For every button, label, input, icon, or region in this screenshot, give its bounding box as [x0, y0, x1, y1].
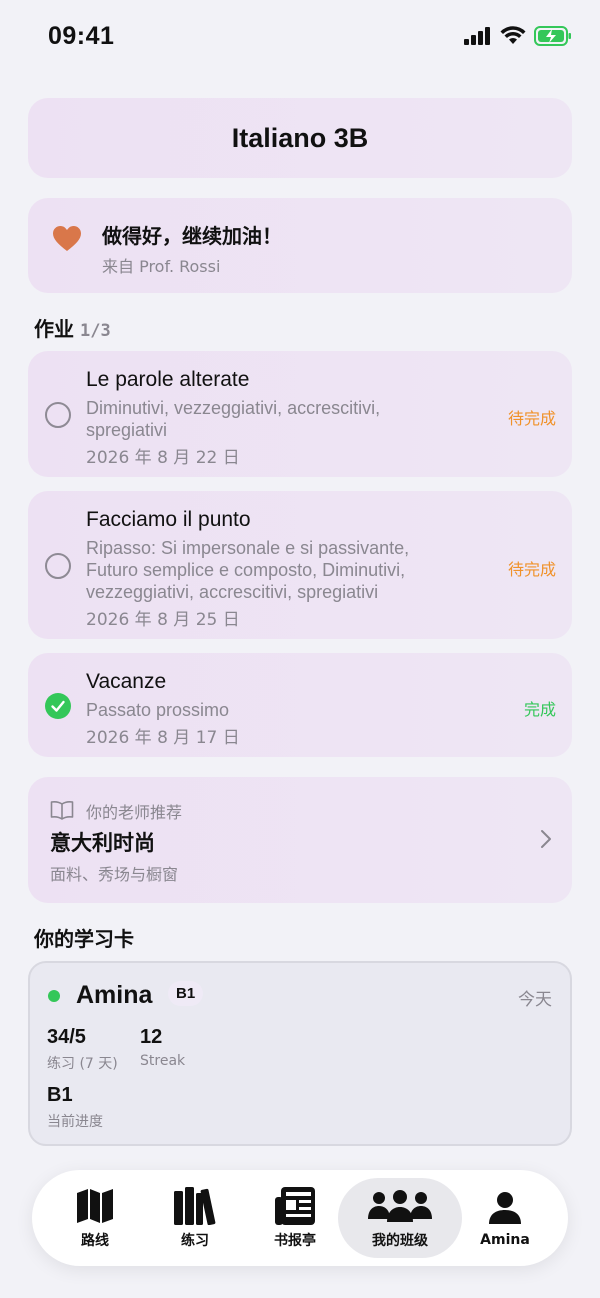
recommendation-subtitle: 面料、秀场与橱窗	[50, 865, 179, 884]
stat-practice-value: 34/5	[47, 1026, 86, 1048]
incomplete-circle-icon[interactable]	[45, 402, 71, 428]
homework-item[interactable]: Vacanze Passato prossimo 2026 年 8 月 17 日…	[28, 653, 572, 757]
person-icon	[489, 1192, 521, 1224]
recommendation-title: 意大利时尚	[50, 831, 155, 855]
class-header: Italiano 3B	[28, 98, 572, 178]
chevron-right-icon	[541, 830, 551, 848]
tab-label: 书报亭	[274, 1233, 316, 1249]
homework-title: Le parole alterate	[86, 368, 250, 391]
online-status-dot	[48, 990, 60, 1002]
tab-practice[interactable]: 练习	[140, 1178, 250, 1258]
newspaper-icon	[275, 1187, 315, 1225]
homework-title: 作业	[34, 317, 74, 341]
tab-label: 路线	[81, 1233, 109, 1249]
study-card-section-title: 你的学习卡	[34, 927, 134, 951]
tab-profile[interactable]: Amina	[450, 1178, 560, 1258]
student-study-card[interactable]: Amina B1 今天 34/5 练习 (7 天) 12 Streak B1 当…	[28, 961, 572, 1146]
tab-label: 练习	[181, 1233, 209, 1249]
homework-title: Facciamo il punto	[86, 508, 251, 531]
homework-description: Diminutivi, vezzeggiativi, accrescitivi,…	[86, 398, 381, 440]
incomplete-circle-icon[interactable]	[45, 553, 71, 579]
homework-title: Vacanze	[86, 670, 167, 693]
level-badge: B1	[168, 981, 204, 1006]
book-open-icon	[50, 801, 74, 820]
map-icon	[77, 1189, 113, 1223]
wifi-icon	[500, 26, 526, 44]
homework-date: 2026 年 8 月 22 日	[86, 448, 240, 468]
stat-progress-value: B1	[47, 1084, 73, 1106]
recommendation-label: 你的老师推荐	[86, 803, 183, 822]
study-date: 今天	[518, 990, 552, 1010]
stat-progress-label: 当前进度	[47, 1114, 103, 1130]
homework-status: 完成	[523, 700, 556, 719]
teacher-recommendation-card[interactable]: 你的老师推荐 意大利时尚 面料、秀场与橱窗	[28, 777, 572, 903]
status-time: 09:41	[48, 22, 115, 50]
bottom-tab-bar: 路线 练习 书报亭 我的班级 Amina	[32, 1170, 568, 1266]
books-icon	[174, 1187, 216, 1225]
teacher-praise-card[interactable]: 做得好，继续加油！ 来自 Prof. Rossi	[28, 198, 572, 293]
homework-status: 待完成	[507, 409, 556, 428]
status-bar: 09:41	[0, 0, 600, 76]
homework-section-title: 作业 1/3	[34, 313, 111, 342]
homework-date: 2026 年 8 月 25 日	[86, 610, 240, 630]
tab-newsstand[interactable]: 书报亭	[240, 1178, 350, 1258]
stat-streak-value: 12	[140, 1026, 163, 1048]
checkmark-icon	[51, 700, 65, 712]
homework-description: Ripasso: Si impersonale e si passivante,…	[86, 538, 410, 602]
praise-from: 来自 Prof. Rossi	[102, 257, 221, 276]
battery-charging-icon	[534, 26, 571, 46]
status-icons	[464, 26, 572, 46]
signal-icon	[464, 27, 490, 45]
tab-route[interactable]: 路线	[40, 1178, 150, 1258]
completed-check-icon[interactable]	[45, 693, 71, 719]
group-icon	[368, 1190, 432, 1222]
homework-item[interactable]: Le parole alterate Diminutivi, vezzeggia…	[28, 351, 572, 477]
tab-label: Amina	[480, 1232, 530, 1248]
heart-icon	[53, 226, 81, 251]
tab-my-class[interactable]: 我的班级	[338, 1178, 462, 1258]
homework-date: 2026 年 8 月 17 日	[86, 728, 240, 748]
stat-streak-label: Streak	[140, 1053, 186, 1069]
tab-label: 我的班级	[372, 1233, 428, 1249]
homework-item[interactable]: Facciamo il punto Ripasso: Si impersonal…	[28, 491, 572, 639]
stat-practice-label: 练习 (7 天)	[47, 1056, 118, 1072]
class-title: Italiano 3B	[231, 122, 369, 153]
homework-description: Passato prossimo	[86, 700, 230, 720]
student-name: Amina	[76, 981, 153, 1009]
homework-count: 1/3	[80, 321, 111, 341]
homework-status: 待完成	[507, 560, 556, 579]
praise-message: 做得好，继续加油！	[102, 224, 282, 248]
